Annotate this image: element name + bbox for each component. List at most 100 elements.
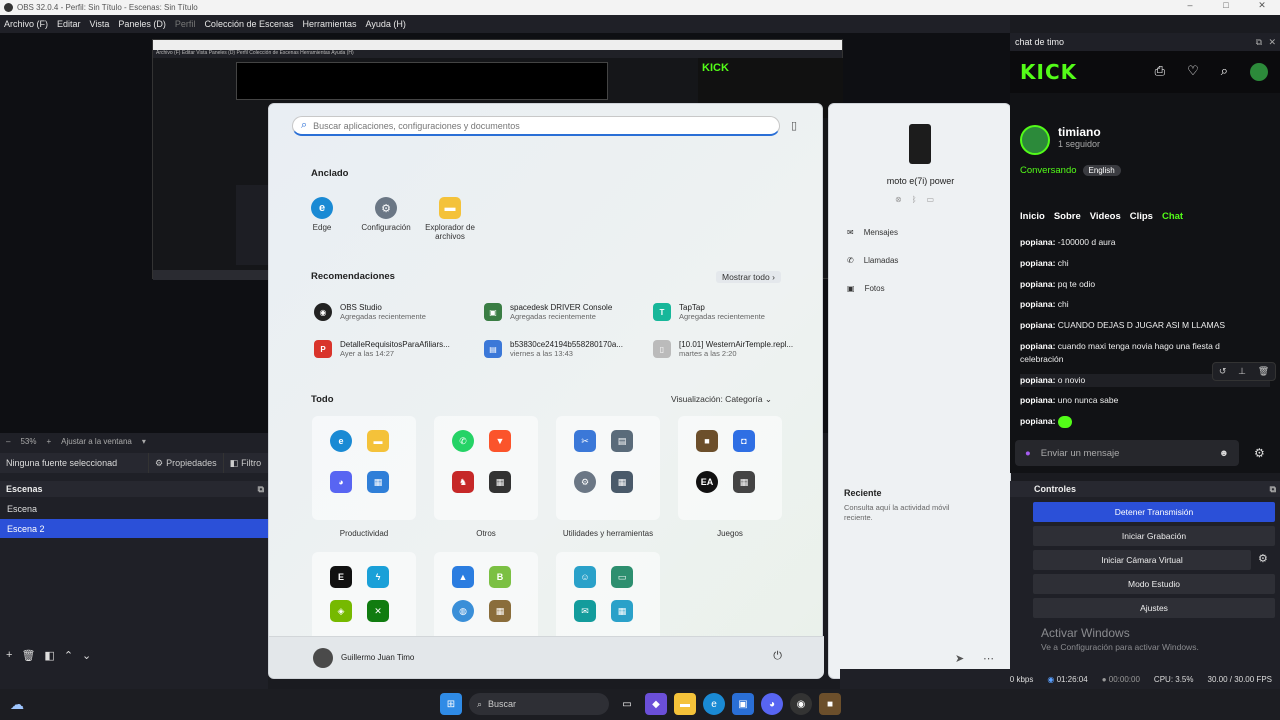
start-recording-button[interactable]: Iniciar Grabación	[1033, 526, 1275, 546]
search-icon[interactable]: ⌕	[1221, 63, 1228, 81]
menu-scene-collection[interactable]: Colección de Escenas	[204, 19, 293, 29]
category-productivity[interactable]: e ▬ ◕ ▦	[312, 416, 416, 520]
taskbar-search[interactable]: ⌕ Buscar	[469, 693, 609, 715]
down-icon[interactable]: ⌄	[82, 649, 91, 662]
obs-icon[interactable]: ◉	[790, 693, 812, 715]
add-icon[interactable]: +	[6, 649, 12, 661]
pinned-file-explorer[interactable]: ▬ Explorador de archivos	[420, 197, 480, 241]
rec-item[interactable]: ▣ spacedesk DRIVER Console Agregadas reci…	[484, 303, 654, 321]
show-all-button[interactable]: Mostrar todo ›	[716, 271, 781, 283]
chat-user[interactable]: popiana:	[1020, 395, 1055, 405]
settings-button[interactable]: Ajustes	[1033, 598, 1275, 618]
maximize-button[interactable]: □	[1208, 0, 1244, 11]
emoji-icon[interactable]: ☻	[1219, 448, 1229, 459]
mic-icon[interactable]: ●	[1025, 448, 1031, 459]
chat-settings-icon[interactable]: ⚙	[1254, 446, 1265, 460]
studio-mode-button[interactable]: Modo Estudio	[1033, 574, 1275, 594]
chat-user[interactable]: popiana:	[1020, 320, 1055, 330]
undock-icon[interactable]: ⧉	[1270, 484, 1276, 495]
rec-item[interactable]: P DetalleRequisitosParaAfiliars... Ayer a…	[314, 340, 484, 358]
menu-docks[interactable]: Paneles (D)	[118, 19, 166, 29]
category-folder[interactable]: ▲ B ◍ ▦	[434, 552, 538, 642]
chat-user[interactable]: popiana:	[1020, 279, 1055, 289]
category-games[interactable]: ■ ◘ EA ▦	[678, 416, 782, 520]
close-icon[interactable]: ✕	[1268, 37, 1276, 48]
trash-icon[interactable]: 🗑	[1258, 366, 1269, 377]
minecraft-icon[interactable]: ■	[819, 693, 841, 715]
send-icon[interactable]: ➤	[955, 652, 964, 665]
chat-user[interactable]: popiana:	[1020, 375, 1055, 385]
menu-help[interactable]: Ayuda (H)	[366, 19, 406, 29]
channel-name[interactable]: timiano	[1058, 125, 1101, 139]
task-view-icon[interactable]: ▭	[616, 693, 638, 715]
minimize-button[interactable]: –	[1172, 0, 1208, 11]
power-icon[interactable]: ⏻	[773, 650, 782, 663]
chat-user[interactable]: popiana:	[1020, 299, 1055, 309]
chat-user[interactable]: popiana:	[1020, 258, 1055, 268]
weather-icon[interactable]: ☁	[10, 696, 24, 713]
close-button[interactable]: ✕	[1244, 0, 1280, 11]
fit-window-label[interactable]: Ajustar a la ventana	[61, 437, 132, 446]
store-icon[interactable]: ▣	[732, 693, 754, 715]
virtual-camera-settings-icon[interactable]: ⚙	[1258, 552, 1268, 565]
user-name[interactable]: Guillermo Juan Timo	[341, 653, 414, 662]
filters-button[interactable]: ◧ Filtro	[222, 453, 268, 473]
rec-item[interactable]: T TapTap Agregadas recientemente	[653, 303, 823, 321]
user-avatar[interactable]	[313, 648, 333, 668]
category-utilities[interactable]: ✂ ▤ ⚙ ▦	[556, 416, 660, 520]
more-icon[interactable]: ⋯	[983, 652, 994, 665]
tab-home[interactable]: Inicio	[1020, 211, 1045, 222]
menu-tools[interactable]: Herramientas	[303, 19, 357, 29]
category-folder[interactable]: ☺ ▭ ✉ ▦	[556, 552, 660, 642]
filter-icon[interactable]: ◧	[44, 649, 54, 662]
tab-about[interactable]: Sobre	[1054, 211, 1081, 222]
phone-item-messages[interactable]: ✉ Mensajes	[847, 228, 898, 237]
chat-user[interactable]: popiana:	[1020, 237, 1055, 247]
view-mode-dropdown[interactable]: Visualización: Categoría ⌄	[671, 394, 772, 405]
channel-avatar[interactable]	[1020, 125, 1050, 155]
pinned-edge[interactable]: e Edge	[292, 197, 352, 232]
kick-logo[interactable]: KICK	[1020, 60, 1077, 84]
rec-item[interactable]: ▤ b53830ce24194b558280170a... viernes a l…	[484, 340, 654, 358]
chevron-down-icon[interactable]: ▾	[142, 437, 146, 446]
rec-item[interactable]: ▯ [10.01] WesternAirTemple.repl... martes…	[653, 340, 823, 358]
undock-icon[interactable]: ⧉	[258, 484, 264, 495]
phone-item-calls[interactable]: ✆ Llamadas	[847, 256, 898, 265]
user-avatar[interactable]	[1250, 63, 1268, 81]
start-virtual-camera-button[interactable]: Iniciar Cámara Virtual	[1033, 550, 1251, 570]
pin-icon[interactable]: ⊥	[1238, 366, 1246, 377]
zoom-in-icon[interactable]: +	[46, 437, 51, 446]
discord-icon[interactable]: ◕	[761, 693, 783, 715]
chat-user[interactable]: popiana:	[1020, 416, 1055, 426]
phone-link-icon[interactable]: ▯	[791, 119, 797, 132]
tab-videos[interactable]: Videos	[1090, 211, 1121, 222]
chat-input[interactable]: ● Enviar un mensaje ☻	[1015, 440, 1239, 466]
stop-stream-button[interactable]: Detener Transmisión	[1033, 502, 1275, 522]
windows-start-icon[interactable]: ⊞	[440, 693, 462, 715]
tab-clips[interactable]: Clips	[1130, 211, 1153, 222]
properties-button[interactable]: ⚙ Propiedades	[148, 453, 223, 473]
tab-chat[interactable]: Chat	[1162, 211, 1183, 222]
edge-icon[interactable]: e	[703, 693, 725, 715]
rec-item[interactable]: ◉ OBS Studio Agregadas recientemente	[314, 303, 484, 321]
chat-user[interactable]: popiana:	[1020, 341, 1055, 351]
zoom-out-icon[interactable]: –	[6, 437, 10, 446]
phone-item-photos[interactable]: ▣ Fotos	[847, 284, 885, 293]
copilot-icon[interactable]: ◆	[645, 693, 667, 715]
scene-item-selected[interactable]: Escena 2	[0, 519, 268, 538]
scene-item[interactable]: Escena	[0, 499, 268, 518]
trash-icon[interactable]: 🗑	[21, 649, 35, 662]
menu-edit[interactable]: Editar	[57, 19, 81, 29]
undock-icon[interactable]: ⧉	[1256, 37, 1262, 48]
folder-icon[interactable]: ▬	[674, 693, 696, 715]
start-search-input[interactable]: ⌕ Buscar aplicaciones, configuraciones y…	[292, 116, 780, 136]
menu-view[interactable]: Vista	[90, 19, 110, 29]
reply-icon[interactable]: ↺	[1219, 366, 1227, 377]
up-icon[interactable]: ⌃	[64, 649, 73, 662]
menu-profile[interactable]: Perfil	[175, 19, 196, 29]
menu-file[interactable]: Archivo (F)	[4, 19, 48, 29]
close-circle-icon[interactable]: ⊗	[895, 195, 902, 204]
category-others[interactable]: ✆ ▼ ♞ ▦	[434, 416, 538, 520]
pinned-settings[interactable]: ⚙ Configuración	[356, 197, 416, 232]
clip-icon[interactable]: ⎙	[1155, 63, 1165, 81]
